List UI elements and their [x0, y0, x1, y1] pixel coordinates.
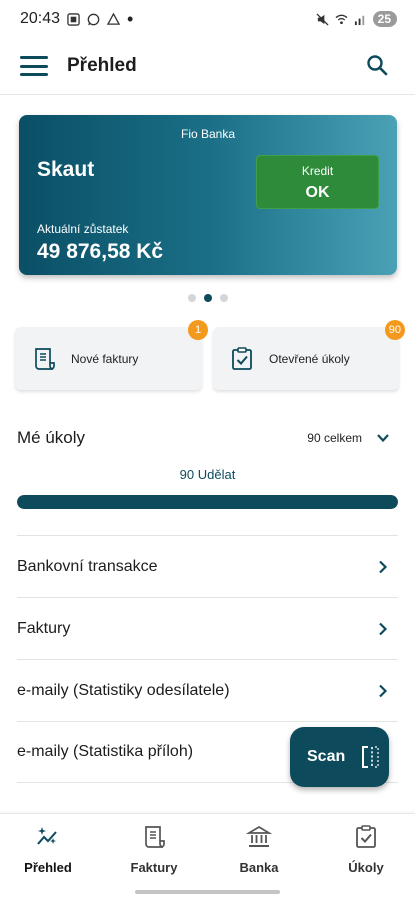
tasks-check-icon: [356, 825, 376, 848]
nav-item-tasks[interactable]: Úkoly: [316, 824, 415, 880]
carousel-dot-active[interactable]: [203, 294, 212, 302]
wifi-icon: [335, 14, 348, 24]
task-clipboard-icon: [232, 346, 252, 370]
bank-account-card[interactable]: Fio Banka Skaut Kredit OK Aktuální zůsta…: [19, 115, 397, 275]
search-icon[interactable]: [365, 53, 389, 77]
app-bar: Přehled: [0, 38, 415, 94]
carousel-dot[interactable]: [219, 294, 228, 302]
app-bar-divider: [0, 94, 415, 95]
scan-icon: [362, 746, 379, 768]
signal-icon: [354, 15, 364, 25]
nav-label-bank: Banka: [239, 860, 279, 875]
open-tasks-tile[interactable]: Otevřené úkoly 90: [213, 320, 405, 390]
chevron-right-icon: [379, 560, 388, 574]
nav-item-overview[interactable]: Přehled: [0, 824, 98, 880]
credit-label: Kredit: [301, 164, 334, 178]
status-bar: 20:43 • 25: [0, 0, 415, 38]
chevron-down-icon[interactable]: [376, 431, 390, 445]
mute-icon: [316, 12, 329, 26]
list-item-label: Bankovní transakce: [17, 557, 158, 575]
list-item-label: Faktury: [17, 619, 71, 637]
account-name: Skaut: [37, 158, 95, 181]
my-tasks-header[interactable]: Mé úkoly 90 celkem: [17, 420, 398, 456]
credit-value: OK: [305, 184, 330, 201]
tasks-progress-bar: [17, 495, 398, 509]
chevron-right-icon: [379, 622, 388, 636]
invoice-icon: [35, 347, 55, 370]
drive-notification-icon: [107, 12, 121, 25]
screenshot-notification-icon: [67, 12, 80, 26]
hamburger-menu-icon[interactable]: [20, 56, 48, 76]
bank-icon: [246, 826, 272, 847]
nav-item-invoices[interactable]: Faktury: [104, 824, 204, 880]
tasks-progress-fill: [17, 495, 398, 509]
balance-label: Aktuální zůstatek: [37, 222, 129, 236]
list-item-email-sender-stats[interactable]: e-maily (Statistiky odesílatele): [17, 659, 398, 721]
bank-name: Fio Banka: [180, 127, 236, 141]
balance-value: 49 876,58 Kč: [37, 240, 164, 263]
whatsapp-notification-icon: [87, 13, 100, 25]
nav-item-bank[interactable]: Banka: [209, 824, 309, 880]
nav-label-invoices: Faktury: [130, 860, 178, 875]
my-tasks-title: Mé úkoly: [17, 428, 86, 447]
invoice-icon: [145, 826, 165, 848]
open-tasks-label: Otevřené úkoly: [269, 351, 350, 366]
list-item-invoices[interactable]: Faktury: [17, 597, 398, 659]
nav-label-overview: Přehled: [24, 860, 72, 875]
new-invoices-badge: 1: [188, 320, 208, 340]
status-time: 20:43: [20, 10, 61, 27]
open-tasks-badge: 90: [384, 320, 405, 340]
home-indicator[interactable]: [135, 890, 280, 894]
chevron-right-icon: [379, 684, 388, 698]
carousel-indicator: [0, 294, 415, 302]
tasks-todo-label: 90 Udělat: [179, 467, 236, 482]
my-tasks-count: 90 celkem: [307, 431, 362, 445]
nav-label-tasks: Úkoly: [348, 860, 384, 875]
status-left: 20:43 •: [20, 10, 133, 28]
status-right: 25: [316, 11, 397, 27]
credit-status-box: Kredit OK: [256, 155, 379, 209]
scan-label: Scan: [307, 748, 346, 765]
list-item-label: e-maily (Statistika příloh): [17, 743, 194, 760]
scan-button[interactable]: Scan: [290, 727, 389, 787]
new-invoices-label: Nové faktury: [71, 351, 139, 366]
battery-indicator: 25: [372, 11, 397, 27]
page-title: Přehled: [67, 55, 137, 76]
overview-sparkle-icon: [37, 827, 57, 845]
list-item-bank-transactions[interactable]: Bankovní transakce: [17, 535, 398, 597]
bottom-navigation: Přehled Faktury Banka Úkoly: [0, 813, 415, 900]
new-invoices-tile[interactable]: Nové faktury 1: [15, 320, 208, 390]
carousel-dot[interactable]: [187, 294, 196, 302]
list-item-label: e-maily (Statistiky odesílatele): [17, 681, 230, 699]
more-notifications-dot: •: [127, 9, 134, 29]
